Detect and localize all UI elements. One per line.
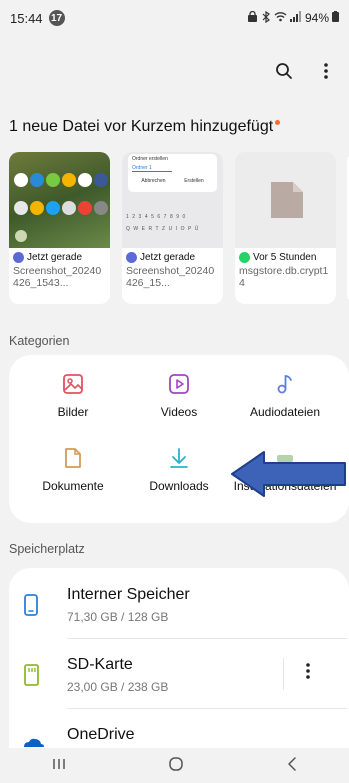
image-icon xyxy=(63,374,83,394)
bluetooth-icon xyxy=(261,10,271,26)
search-icon xyxy=(276,63,292,79)
category-audio[interactable]: Audiodateien xyxy=(235,373,335,419)
search-button[interactable] xyxy=(273,60,295,82)
signal-icon xyxy=(289,11,302,25)
sd-card-more-button[interactable] xyxy=(305,662,311,685)
recent-apps-icon xyxy=(52,759,65,769)
category-downloads[interactable]: Downloads xyxy=(129,447,229,493)
file-thumbnail xyxy=(235,152,336,248)
keyboard-letter-row: QWERTZUIOPÜ xyxy=(126,226,202,232)
home-button[interactable] xyxy=(168,756,184,777)
back-button[interactable] xyxy=(285,756,299,777)
divider xyxy=(67,708,347,709)
notification-count-badge: 17 xyxy=(48,10,65,26)
category-label: Dokumente xyxy=(42,479,104,493)
storage-name: Interner Speicher xyxy=(67,586,190,603)
file-thumbnail: Ordner erstellen Ordner 1 Abbrechen Erst… xyxy=(122,152,223,248)
document-icon xyxy=(65,448,81,468)
recent-files-title: 1 neue Datei vor Kurzem hinzugefügt xyxy=(9,118,281,136)
more-vertical-icon xyxy=(324,63,328,79)
file-thumbnail xyxy=(9,152,110,248)
categories-label: Kategorien xyxy=(9,334,70,348)
recent-apps-button[interactable] xyxy=(51,757,67,776)
storage-name: OneDrive xyxy=(67,726,135,743)
file-name: msgstore.db.crypt14 xyxy=(239,265,329,289)
storage-sd-card[interactable]: SD-Karte 23,00 GB / 238 GB xyxy=(9,644,349,704)
storage-label: Speicherplatz xyxy=(9,542,85,556)
more-options-button[interactable] xyxy=(315,60,337,82)
file-time: Vor 5 Stunden xyxy=(253,252,317,263)
music-note-icon xyxy=(277,375,292,394)
storage-panel: Interner Speicher 71,30 GB / 128 GB SD-K… xyxy=(9,568,349,748)
dialog-input: Ordner 1 xyxy=(132,165,172,172)
whatsapp-icon xyxy=(239,252,250,263)
recent-file-card[interactable]: Ordner erstellen Ordner 1 Abbrechen Erst… xyxy=(122,152,223,304)
system-navigation-bar xyxy=(0,750,349,783)
file-time: Jetzt gerade xyxy=(27,252,83,263)
battery-level: 94% xyxy=(304,11,329,25)
dialog-cancel: Abbrechen xyxy=(141,178,166,184)
video-icon xyxy=(169,374,189,394)
file-time: Jetzt gerade xyxy=(140,252,196,263)
home-icon xyxy=(168,757,183,771)
new-indicator-dot xyxy=(275,120,281,125)
storage-internal[interactable]: Interner Speicher 71,30 GB / 128 GB xyxy=(9,574,349,634)
screenshot-app-icon xyxy=(126,252,137,263)
category-label: Bilder xyxy=(57,405,89,419)
download-icon xyxy=(170,448,188,468)
file-name: Screenshot_20240426_15... xyxy=(126,265,215,289)
keyboard-number-row: 1234567890 xyxy=(126,214,189,220)
category-label: Videos xyxy=(160,405,198,419)
category-documents[interactable]: Dokumente xyxy=(23,447,123,493)
storage-onedrive[interactable]: OneDrive xyxy=(9,714,349,748)
status-bar: 15:44 17 94% xyxy=(0,0,349,36)
back-icon xyxy=(287,757,296,771)
recent-file-card[interactable]: Vor 5 Stunden msgstore.db.crypt14 xyxy=(235,152,336,304)
recent-file-card[interactable]: Jetzt gerade Screenshot_20240426_1543... xyxy=(9,152,110,304)
recent-files-list: Jetzt gerade Screenshot_20240426_1543...… xyxy=(9,152,349,304)
category-videos[interactable]: Videos xyxy=(129,373,229,419)
category-images[interactable]: Bilder xyxy=(23,373,123,419)
generic-file-icon xyxy=(271,182,303,218)
sd-card-icon xyxy=(24,664,39,686)
storage-size: 71,30 GB / 128 GB xyxy=(67,610,169,624)
category-label: Audiodateien xyxy=(249,405,321,419)
category-label: Downloads xyxy=(149,479,209,493)
storage-name: SD-Karte xyxy=(67,656,133,673)
battery-icon xyxy=(332,11,339,25)
status-time: 15:44 xyxy=(10,10,43,26)
divider xyxy=(67,638,347,639)
phone-icon xyxy=(24,594,38,616)
screenshot-app-icon xyxy=(13,252,24,263)
dialog-create: Erstellen xyxy=(184,178,204,184)
annotation-arrow xyxy=(231,451,346,497)
wifi-icon xyxy=(274,11,287,25)
onedrive-cloud-icon xyxy=(24,738,44,747)
storage-size: 23,00 GB / 238 GB xyxy=(67,680,169,694)
file-name: Screenshot_20240426_1543... xyxy=(13,265,102,289)
vertical-divider xyxy=(283,658,284,690)
lock-icon xyxy=(247,10,258,25)
more-vertical-icon xyxy=(306,663,310,679)
dialog-title: Ordner erstellen xyxy=(132,156,168,162)
